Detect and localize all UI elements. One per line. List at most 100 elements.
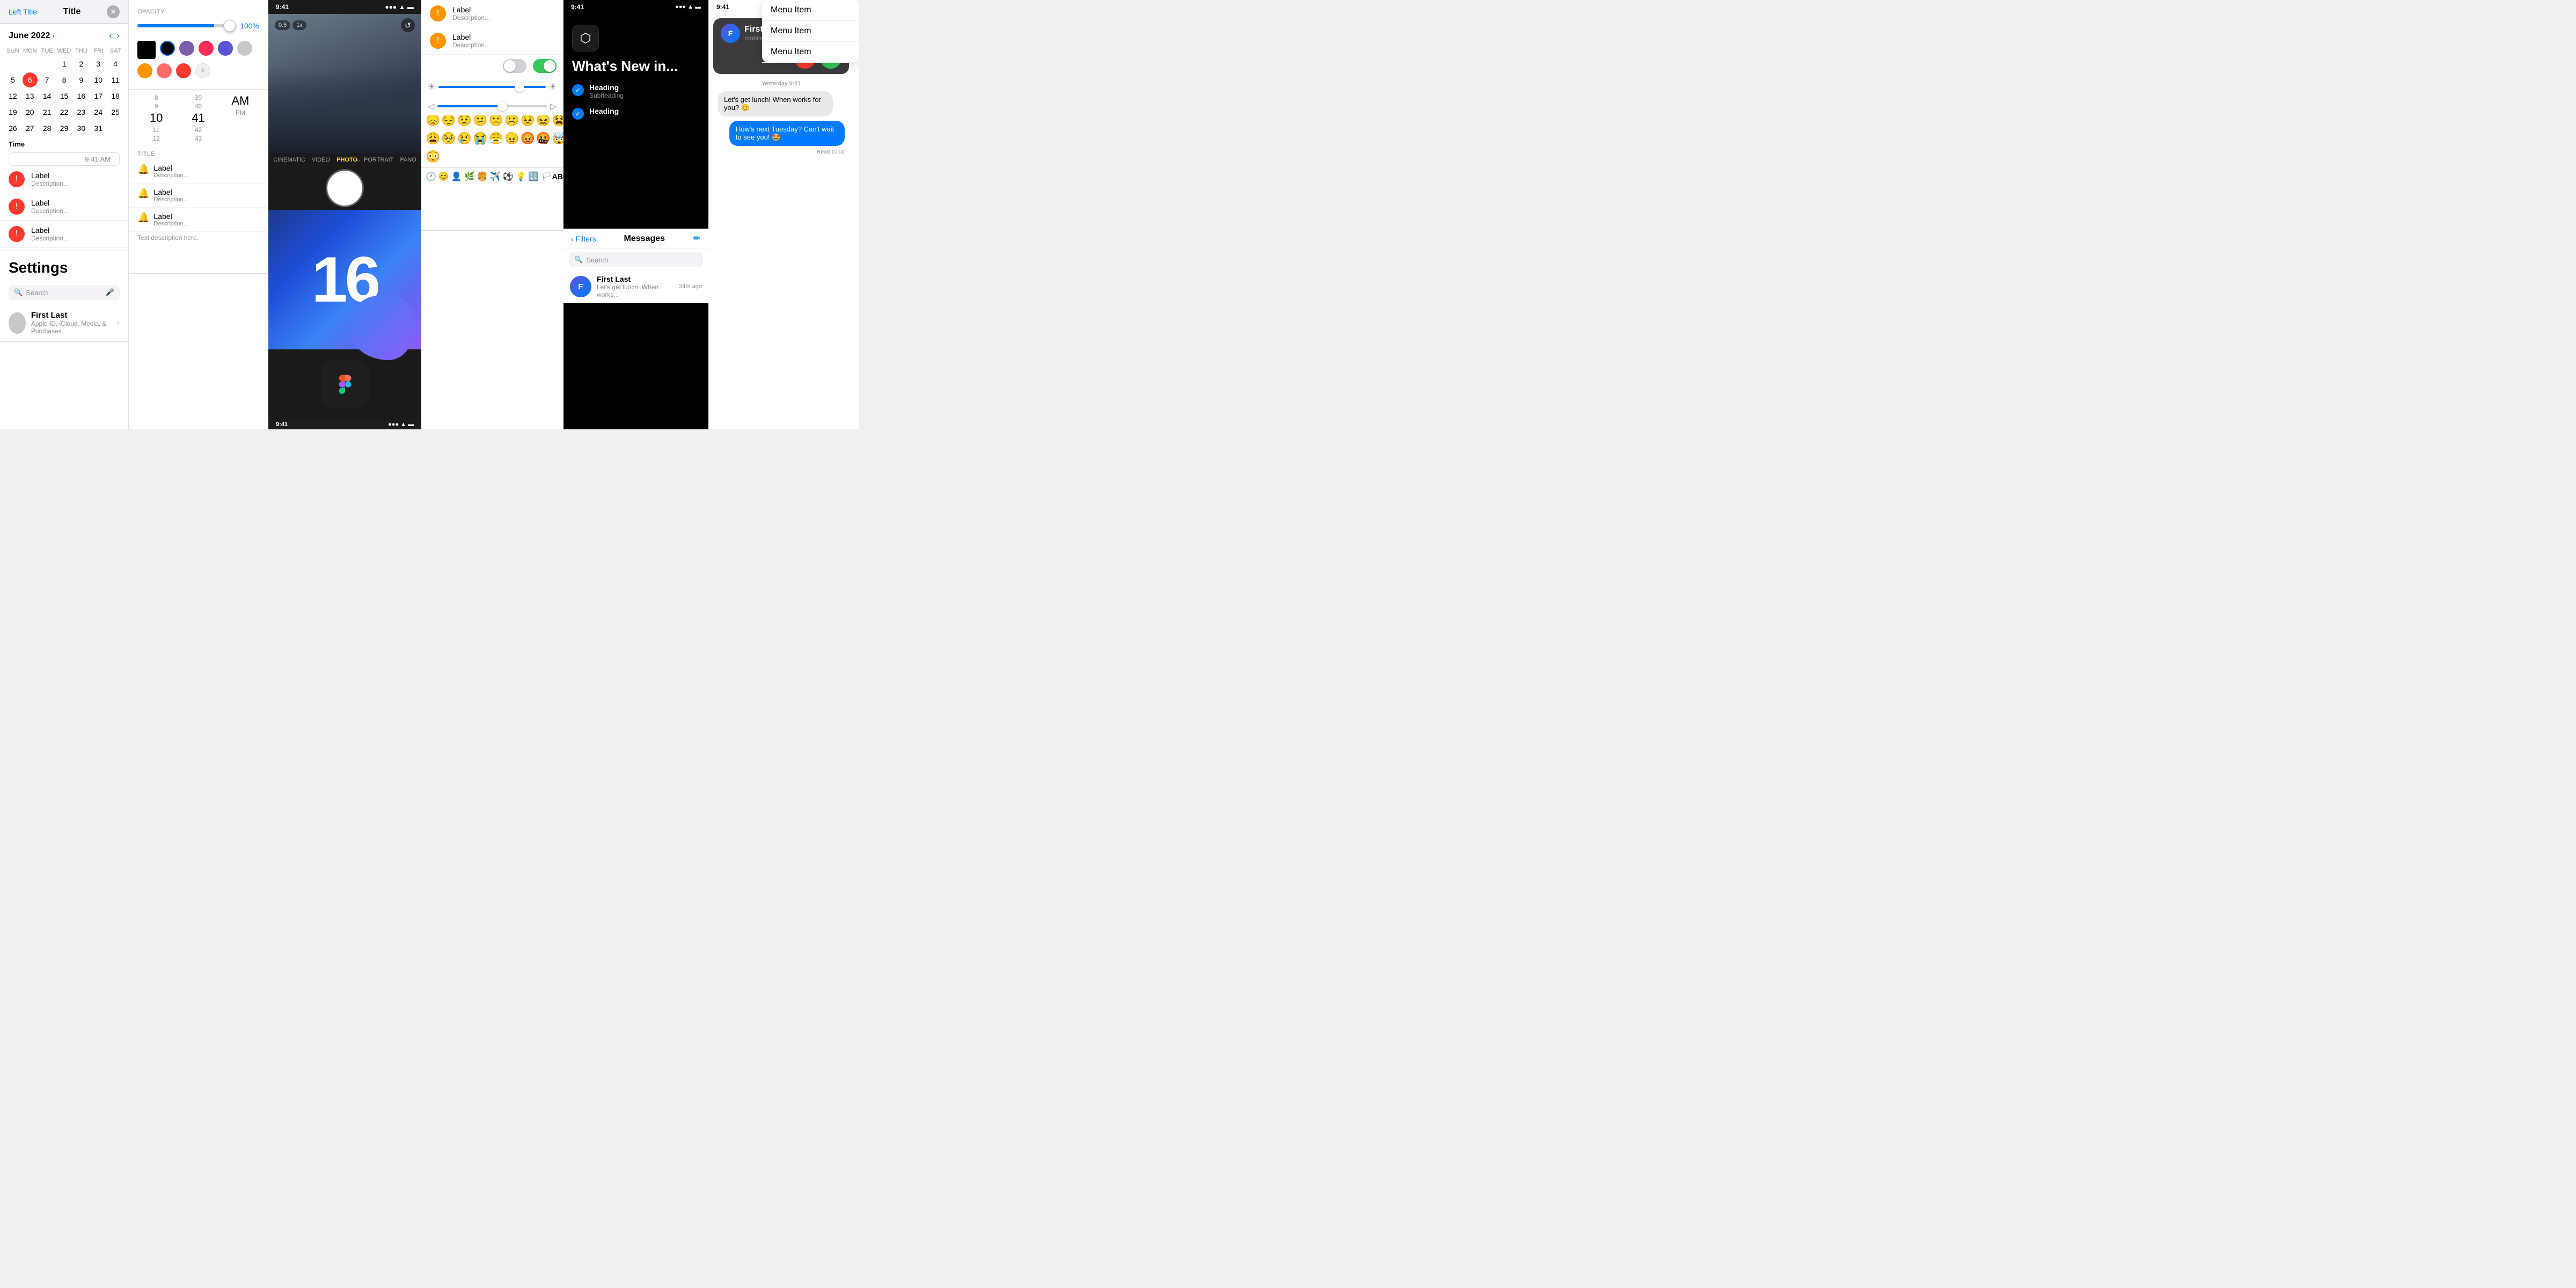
close-button[interactable]: ✕ xyxy=(107,5,120,18)
emoji-item[interactable]: 😠 xyxy=(504,130,519,147)
rotate-icon[interactable]: ↺ xyxy=(401,18,415,32)
opacity-slider[interactable] xyxy=(137,24,233,27)
cal-day[interactable] xyxy=(5,56,20,71)
cal-day[interactable]: 17 xyxy=(91,89,106,104)
cal-day[interactable]: 24 xyxy=(91,105,106,120)
emoji-item[interactable]: 😭 xyxy=(473,130,487,147)
mode-cinematic[interactable]: CINEMATIC xyxy=(273,157,305,163)
color-swatch-orange[interactable] xyxy=(137,63,152,78)
cal-day[interactable]: 2 xyxy=(74,56,89,71)
toggle-on[interactable] xyxy=(533,59,557,73)
cal-day[interactable]: 18 xyxy=(108,89,123,104)
emoji-item[interactable]: 😳 xyxy=(426,148,440,165)
cal-day[interactable]: 9 xyxy=(74,72,89,87)
color-swatch-purple[interactable] xyxy=(179,41,194,56)
emoji-cat-recent[interactable]: 🕐 xyxy=(426,171,436,182)
slider-thumb[interactable] xyxy=(515,82,524,92)
emoji-item[interactable]: 😤 xyxy=(489,130,503,147)
time-value[interactable]: 9:41 AM xyxy=(9,152,120,166)
volume-slider[interactable] xyxy=(437,105,546,107)
cal-day[interactable]: 1 xyxy=(56,56,71,71)
menu-item-2[interactable]: Menu Item xyxy=(762,21,859,42)
menu-item-1[interactable]: Menu Item xyxy=(762,0,859,21)
emoji-cat-travel[interactable]: ✈️ xyxy=(490,171,501,182)
cal-day[interactable]: 3 xyxy=(91,56,106,71)
prev-month-button[interactable]: ‹ xyxy=(109,30,112,41)
cal-day[interactable]: 7 xyxy=(40,72,55,87)
messages-list-item[interactable]: F First Last Let's get lunch! When works… xyxy=(564,270,708,303)
emoji-item[interactable]: 😡 xyxy=(520,130,535,147)
cal-day[interactable]: 15 xyxy=(56,89,71,104)
zoom-1x[interactable]: 1x xyxy=(292,20,306,30)
cal-day[interactable]: 8 xyxy=(56,72,71,87)
emoji-item[interactable]: 🤬 xyxy=(536,130,551,147)
shutter-button[interactable] xyxy=(327,171,362,206)
picker-col-ampm[interactable]: AM PM xyxy=(222,94,259,142)
mode-photo[interactable]: PHOTO xyxy=(336,157,357,163)
cal-day[interactable]: 5 xyxy=(5,72,20,87)
cal-day[interactable] xyxy=(23,56,38,71)
cal-day[interactable] xyxy=(40,56,55,71)
cal-day[interactable]: 26 xyxy=(5,121,20,136)
messages-search[interactable]: 🔍 Search xyxy=(569,252,703,267)
emoji-cat-nature[interactable]: 🌿 xyxy=(464,171,475,182)
cal-day[interactable]: 31 xyxy=(91,121,106,136)
cal-day[interactable]: 10 xyxy=(91,72,106,87)
color-swatch-indigo[interactable] xyxy=(218,41,233,56)
color-swatch-gray[interactable] xyxy=(237,41,252,56)
brightness-slider[interactable] xyxy=(438,86,545,88)
left-title[interactable]: Left Title xyxy=(9,8,37,16)
slider-thumb[interactable] xyxy=(224,20,236,32)
cal-day[interactable]: 27 xyxy=(23,121,38,136)
color-swatch-black[interactable] xyxy=(137,41,156,59)
list-item[interactable]: ! Label Description... xyxy=(421,0,563,27)
cal-day[interactable]: 6 xyxy=(23,72,38,87)
cal-day[interactable]: 21 xyxy=(40,105,55,120)
figma-icon[interactable] xyxy=(321,360,369,408)
filters-link[interactable]: ‹ Filters xyxy=(571,235,596,243)
color-swatch-salmon[interactable] xyxy=(157,63,172,78)
cal-day[interactable]: 23 xyxy=(74,105,89,120)
cal-day[interactable]: 29 xyxy=(56,121,71,136)
emoji-cat-objects[interactable]: 💡 xyxy=(515,171,526,182)
emoji-item[interactable]: 😩 xyxy=(426,130,440,147)
cal-day[interactable]: 28 xyxy=(40,121,55,136)
cal-day[interactable]: 16 xyxy=(74,89,89,104)
cal-day[interactable]: 13 xyxy=(23,89,38,104)
cal-day[interactable]: 14 xyxy=(40,89,55,104)
emoji-cat-people[interactable]: 👤 xyxy=(451,171,462,182)
notif-item[interactable]: 🔔 Label Description... xyxy=(129,159,268,184)
next-month-button[interactable]: › xyxy=(116,30,120,41)
volume-thumb[interactable] xyxy=(497,101,507,111)
emoji-cat-symbols[interactable]: 🔣 xyxy=(528,171,539,182)
emoji-cat-food[interactable]: 🍔 xyxy=(477,171,488,182)
cal-day[interactable]: 11 xyxy=(108,72,123,87)
list-item[interactable]: ! Label Description... xyxy=(0,193,128,221)
color-swatch-black-circle[interactable] xyxy=(160,41,175,56)
list-item[interactable]: ! Label Description... xyxy=(0,221,128,248)
cal-day[interactable]: 25 xyxy=(108,105,123,120)
color-swatch-red[interactable] xyxy=(176,63,191,78)
notif-item[interactable]: 🔔 Label Description... xyxy=(129,208,268,232)
notif-item[interactable]: 🔔 Label Description... xyxy=(129,184,268,208)
cal-day[interactable]: 19 xyxy=(5,105,20,120)
picker-col-minutes[interactable]: 39 40 41 42 43 xyxy=(179,94,217,142)
compose-icon[interactable]: ✏ xyxy=(693,233,701,244)
list-item[interactable]: ! Label Description... xyxy=(421,27,563,55)
cal-day[interactable]: 12 xyxy=(5,89,20,104)
mode-portrait[interactable]: PORTRAIT xyxy=(364,157,393,163)
emoji-item[interactable]: 😢 xyxy=(457,130,472,147)
zoom-05[interactable]: 0.5 xyxy=(275,20,290,30)
list-item[interactable]: ! Label Description... xyxy=(0,166,128,193)
emoji-item[interactable]: 🥺 xyxy=(441,130,456,147)
toggle-off[interactable] xyxy=(503,59,526,73)
settings-user-row[interactable]: First Last Apple ID, iCloud, Media, & Pu… xyxy=(0,304,128,342)
menu-item-3[interactable]: Menu Item xyxy=(762,42,859,63)
picker-col-hours[interactable]: 8 9 10 11 12 xyxy=(137,94,175,142)
mode-pano[interactable]: PANO xyxy=(400,157,416,163)
settings-search[interactable]: 🔍 Search 🎤 xyxy=(9,285,120,300)
cal-day[interactable]: 30 xyxy=(74,121,89,136)
cal-day[interactable]: 20 xyxy=(23,105,38,120)
emoji-cat-activities[interactable]: ⚽ xyxy=(503,171,514,182)
emoji-cat-smileys[interactable]: 😊 xyxy=(438,171,449,182)
